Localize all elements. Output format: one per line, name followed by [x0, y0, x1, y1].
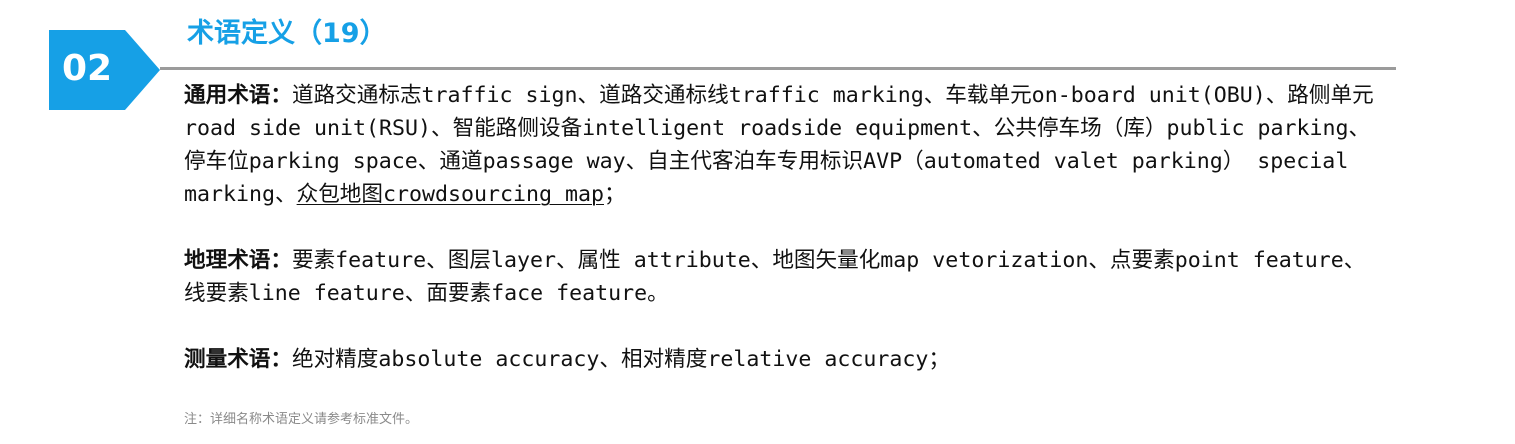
terminology-content: 通用术语：道路交通标志traffic sign、道路交通标线traffic ma… [184, 79, 1374, 376]
title-divider [160, 67, 1396, 70]
measurement-terms-paragraph: 测量术语：绝对精度absolute accuracy、相对精度relative … [184, 343, 1374, 376]
geographic-terms-paragraph: 地理术语：要素feature、图层layer、属性 attribute、地图矢量… [184, 244, 1374, 310]
section-title: 术语定义（19） [187, 18, 387, 49]
section-number-badge: 02 [49, 30, 160, 110]
general-terms-paragraph: 通用术语：道路交通标志traffic sign、道路交通标线traffic ma… [184, 79, 1374, 211]
geographic-terms-text: 要素feature、图层layer、属性 attribute、地图矢量化map … [184, 248, 1366, 306]
geographic-terms-label: 地理术语： [184, 248, 292, 273]
measurement-terms-label: 测量术语： [184, 347, 292, 372]
general-terms-label: 通用术语： [184, 83, 292, 108]
general-terms-ending: ； [604, 182, 626, 207]
section-number: 02 [61, 48, 113, 89]
slide: 02 术语定义（19） 通用术语：道路交通标志traffic sign、道路交通… [0, 0, 1515, 444]
crowdsourcing-map-term: 众包地图crowdsourcing map [296, 182, 604, 207]
footnote: 注：详细名称术语定义请参考标准文件。 [184, 412, 419, 427]
measurement-terms-text: 绝对精度absolute accuracy、相对精度relative accur… [291, 347, 950, 372]
